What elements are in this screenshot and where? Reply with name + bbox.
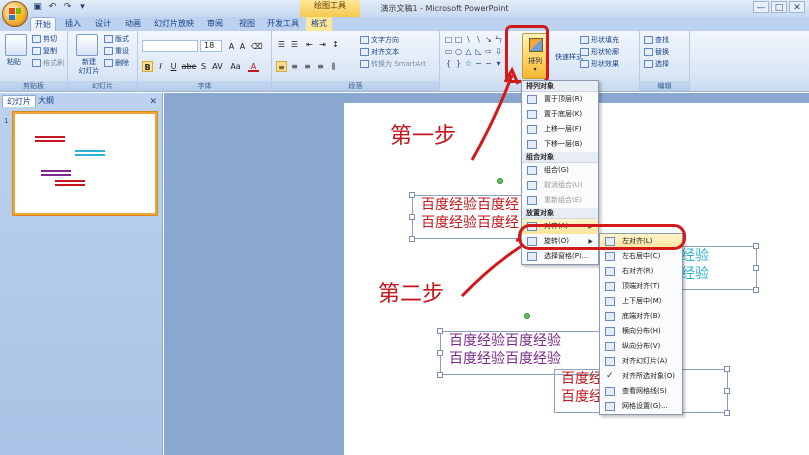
gridlines-icon	[605, 387, 615, 396]
highlight-align-left	[518, 224, 686, 250]
distribute-horizontal-icon	[605, 327, 615, 336]
office-button[interactable]	[2, 1, 28, 27]
menu-item-selection-pane[interactable]: 选择窗格(P)...	[522, 249, 598, 264]
align-top-icon	[605, 282, 615, 291]
bring-forward-icon	[527, 125, 537, 134]
align-to-slide-icon	[605, 357, 615, 366]
menu-section-heading: 放置对象	[522, 208, 598, 219]
menu-item-view-gridlines[interactable]: 查看网格线(S)	[600, 384, 682, 399]
menu-item-distribute-horizontal[interactable]: 横向分布(H)	[600, 324, 682, 339]
menu-item-align-top[interactable]: 顶端对齐(T)	[600, 279, 682, 294]
align-middle-icon	[605, 297, 615, 306]
group-icon	[527, 166, 537, 175]
menu-item-grid-settings[interactable]: 网格设置(G)...	[600, 399, 682, 414]
menu-item-group[interactable]: 组合(G)	[522, 163, 598, 178]
checkmark-icon: ✓	[606, 371, 614, 381]
menu-item-align-to-slide[interactable]: 对齐幻灯片(A)	[600, 354, 682, 369]
menu-item-distribute-vertical[interactable]: 纵向分布(V)	[600, 339, 682, 354]
menu-item-align-middle[interactable]: 上下居中(M)	[600, 294, 682, 309]
menu-item-bring-to-front[interactable]: 置于顶层(R)	[522, 92, 598, 107]
grid-settings-icon	[605, 402, 615, 411]
office-logo-icon	[9, 8, 21, 20]
selection-pane-icon	[527, 252, 537, 261]
send-to-back-icon	[527, 110, 537, 119]
menu-item-align-bottom[interactable]: 底端对齐(B)	[600, 309, 682, 324]
annotation-arrows	[460, 66, 533, 298]
menu-section-heading: 排列对象	[522, 81, 598, 92]
arrow-step-two	[460, 240, 529, 298]
align-center-icon	[605, 252, 615, 261]
menu-item-bring-forward[interactable]: 上移一层(F)	[522, 122, 598, 137]
arrow-step-one	[470, 74, 514, 161]
distribute-vertical-icon	[605, 342, 615, 351]
regroup-icon	[527, 196, 537, 205]
menu-item-align-right[interactable]: 右对齐(R)	[600, 264, 682, 279]
send-backward-icon	[527, 140, 537, 149]
menu-item-send-to-back[interactable]: 置于底层(K)	[522, 107, 598, 122]
menu-item-send-backward[interactable]: 下移一层(B)	[522, 137, 598, 152]
menu-section-heading: 组合对象	[522, 152, 598, 163]
ungroup-icon	[527, 181, 537, 190]
align-bottom-icon	[605, 312, 615, 321]
menu-item-regroup: 重新组合(E)	[522, 193, 598, 208]
align-submenu: 左对齐(L) 左右居中(C) 右对齐(R) 顶端对齐(T) 上下居中(M) 底端…	[599, 233, 683, 415]
bring-to-front-icon	[527, 95, 537, 104]
menu-item-align-selected[interactable]: ✓ 对齐所选对象(O)	[600, 369, 682, 384]
menu-item-ungroup: 取消组合(U)	[522, 178, 598, 193]
menu-item-align-center[interactable]: 左右居中(C)	[600, 249, 682, 264]
align-right-icon	[605, 267, 615, 276]
